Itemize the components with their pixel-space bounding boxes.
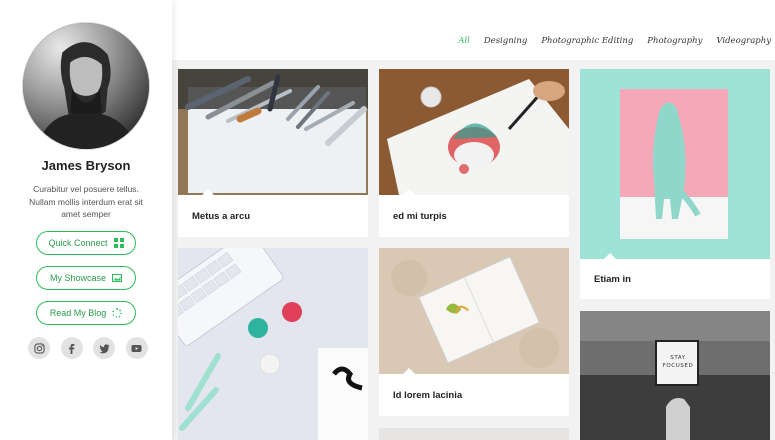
card-notch bbox=[403, 368, 415, 374]
portfolio-card[interactable] bbox=[379, 428, 569, 440]
spinner-icon bbox=[112, 308, 123, 318]
card-notch bbox=[604, 253, 616, 259]
card-image-figurine bbox=[580, 69, 770, 259]
card-image-flatlay bbox=[178, 248, 368, 440]
card-caption: Etiam in bbox=[594, 274, 631, 285]
profile-bio: Curabitur vel posuere tellus. Nullam mol… bbox=[29, 184, 143, 219]
card-caption: ed mi turpis bbox=[393, 211, 447, 222]
sign-text: STAY FOCUSED bbox=[662, 355, 694, 369]
card-notch bbox=[403, 189, 415, 195]
portfolio-card[interactable] bbox=[178, 248, 368, 440]
card-image-tools bbox=[178, 69, 368, 195]
card-image-notebook bbox=[379, 248, 569, 374]
my-showcase-button[interactable]: My Showcase bbox=[36, 266, 136, 290]
read-my-blog-label: Read My Blog bbox=[49, 308, 107, 318]
facebook-icon[interactable] bbox=[60, 337, 83, 359]
portfolio-card[interactable]: Id lorem lacinia bbox=[379, 248, 569, 416]
card-image-stay-focused bbox=[580, 311, 770, 440]
card-image-drawing bbox=[379, 69, 569, 195]
filter-videography[interactable]: Videography bbox=[716, 36, 771, 46]
card-notch bbox=[202, 189, 214, 195]
filter-photography[interactable]: Photography bbox=[647, 36, 702, 46]
portfolio-header: All Designing Photographic Editing Photo… bbox=[172, 0, 775, 60]
social-links bbox=[28, 337, 148, 359]
card-image-partial bbox=[379, 428, 569, 440]
portfolio-filters: All Designing Photographic Editing Photo… bbox=[458, 36, 771, 46]
youtube-icon[interactable] bbox=[125, 337, 148, 359]
portfolio-card[interactable]: STAY FOCUSED bbox=[580, 311, 770, 440]
profile-name: James Bryson bbox=[41, 158, 131, 173]
portfolio-card[interactable]: ed mi turpis bbox=[379, 69, 569, 237]
card-caption: Id lorem lacinia bbox=[393, 390, 463, 401]
filter-all[interactable]: All bbox=[458, 36, 470, 46]
image-icon bbox=[112, 274, 123, 282]
filter-photographic-editing[interactable]: Photographic Editing bbox=[541, 36, 633, 46]
card-caption: Metus a arcu bbox=[192, 211, 251, 222]
profile-sidebar: James Bryson Curabitur vel posuere tellu… bbox=[0, 0, 172, 440]
filter-designing[interactable]: Designing bbox=[484, 36, 527, 46]
my-showcase-label: My Showcase bbox=[49, 273, 107, 283]
quick-connect-button[interactable]: Quick Connect bbox=[36, 231, 136, 255]
read-my-blog-button[interactable]: Read My Blog bbox=[36, 301, 136, 325]
avatar bbox=[22, 22, 150, 150]
portfolio-card[interactable]: Etiam in bbox=[580, 69, 770, 299]
twitter-icon[interactable] bbox=[93, 337, 116, 359]
grid-icon bbox=[113, 238, 124, 248]
instagram-icon[interactable] bbox=[28, 337, 50, 359]
avatar-photo bbox=[23, 23, 149, 149]
portfolio-card[interactable]: Metus a arcu bbox=[178, 69, 368, 237]
quick-connect-label: Quick Connect bbox=[48, 238, 108, 248]
